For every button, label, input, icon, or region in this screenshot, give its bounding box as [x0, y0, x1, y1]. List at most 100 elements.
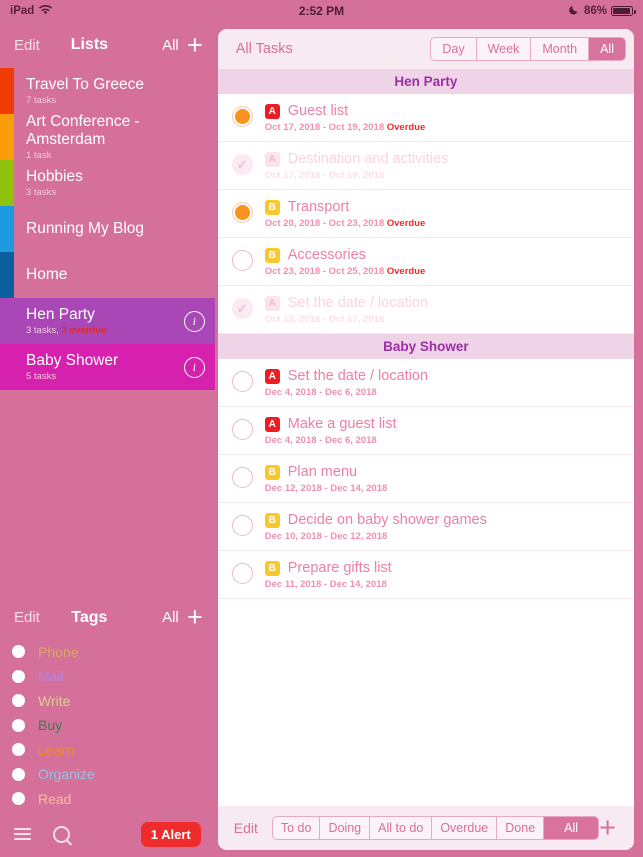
- sidebar-tag-item[interactable]: Buy: [0, 713, 215, 738]
- task-row[interactable]: B Transport Oct 20, 2018 - Oct 23, 2018 Ov…: [217, 190, 634, 238]
- timeframe-segment-day[interactable]: Day: [431, 38, 477, 60]
- timeframe-segmented-control[interactable]: Day Week Month All: [430, 37, 626, 61]
- task-title-row: A Destination and activities: [264, 151, 448, 167]
- info-icon[interactable]: i: [183, 356, 205, 378]
- task-checkbox-todo[interactable]: [231, 515, 253, 536]
- priority-badge: A: [264, 416, 280, 432]
- sidebar-tag-item[interactable]: Mail: [0, 664, 215, 689]
- task-body: B Plan menu Dec 12, 2018 - Dec 14, 2018: [264, 464, 387, 494]
- task-row[interactable]: A Make a guest list Dec 4, 2018 - Dec 6, 2…: [217, 407, 634, 455]
- priority-badge: B: [264, 512, 280, 528]
- task-checkbox-todo[interactable]: [231, 467, 253, 488]
- task-checkbox-todo[interactable]: [231, 419, 253, 440]
- task-checkbox-doing[interactable]: [231, 106, 253, 127]
- sidebar-tag-item[interactable]: Phone: [0, 640, 215, 665]
- tag-label: Phone: [38, 643, 79, 660]
- task-filter-segmented-control[interactable]: To do Doing All to do Overdue Done All: [271, 816, 600, 840]
- tag-label: Organize: [38, 766, 95, 783]
- task-checkbox-todo[interactable]: [231, 563, 253, 584]
- sidebar-tag-item[interactable]: Read: [0, 787, 215, 812]
- task-section-header: Hen Party: [217, 69, 634, 94]
- task-date-range: Dec 4, 2018 - Dec 6, 2018: [264, 387, 377, 398]
- info-icon[interactable]: i: [183, 310, 205, 332]
- list-item-text: Baby Shower 5 tasks: [26, 352, 118, 383]
- tasks-edit-button[interactable]: Edit: [234, 820, 258, 836]
- sidebar-list-item[interactable]: Home: [0, 252, 215, 298]
- timeframe-segment-week[interactable]: Week: [476, 38, 532, 60]
- task-row[interactable]: ✓ A Destination and activities Oct 17, 2018…: [217, 142, 634, 190]
- list-item-text: Travel To Greece 7 tasks: [26, 76, 144, 107]
- task-filter-all[interactable]: All: [544, 817, 599, 839]
- tag-dot-icon: [12, 792, 25, 806]
- task-title-row: A Set the date / location: [264, 368, 428, 384]
- task-row[interactable]: B Decide on baby shower games Dec 10, 2018…: [217, 503, 634, 551]
- task-checkbox-done[interactable]: ✓: [231, 298, 253, 319]
- lists-all-button[interactable]: All: [162, 37, 179, 54]
- list-overdue-count: 3 overdue: [61, 325, 107, 337]
- status-bar-time: 2:52 PM: [298, 4, 345, 18]
- search-icon[interactable]: [53, 825, 70, 843]
- sidebar-footer: 1 Alert: [0, 811, 215, 857]
- task-row[interactable]: ✓ A Set the date / location Oct 13, 2018 - …: [217, 286, 634, 334]
- list-item-name: Hobbies: [26, 167, 83, 185]
- alert-badge[interactable]: 1 Alert: [140, 821, 201, 847]
- tags-edit-button[interactable]: Edit: [14, 609, 40, 626]
- sidebar-list-item[interactable]: Art Conference - Amsterdam 1 task: [0, 112, 215, 161]
- lists-container: Travel To Greece 7 tasks Art Conference - …: [0, 68, 215, 390]
- sidebar-tag-item[interactable]: Write: [0, 689, 215, 714]
- sidebar-list-item[interactable]: Running My Blog: [0, 206, 215, 252]
- list-item-name: Travel To Greece: [26, 75, 145, 93]
- task-date-range: Dec 10, 2018 - Dec 12, 2018: [264, 531, 388, 542]
- add-tag-button[interactable]: +: [187, 604, 203, 631]
- task-row[interactable]: B Plan menu Dec 12, 2018 - Dec 14, 2018: [217, 455, 634, 503]
- task-filter-all-to-do[interactable]: All to do: [370, 817, 433, 839]
- status-bar-right: 86%: [569, 4, 636, 18]
- sidebar-list-item[interactable]: Hobbies 3 tasks: [0, 160, 215, 206]
- task-date-range: Oct 13, 2018 - Oct 17, 2018: [264, 314, 385, 325]
- task-checkbox-done[interactable]: ✓: [231, 154, 253, 175]
- task-row[interactable]: A Guest list Oct 17, 2018 - Oct 19, 2018 O…: [217, 94, 634, 142]
- sidebar-list-item[interactable]: Travel To Greece 7 tasks: [0, 68, 215, 114]
- tag-label: Learn: [38, 741, 74, 758]
- task-panel-title: All Tasks: [235, 41, 293, 57]
- task-row[interactable]: A Set the date / location Dec 4, 2018 - De…: [217, 359, 634, 407]
- timeframe-segment-all[interactable]: All: [589, 38, 625, 60]
- priority-badge: A: [264, 295, 280, 311]
- timeframe-segment-month[interactable]: Month: [531, 38, 590, 60]
- task-name: Set the date / location: [287, 295, 429, 311]
- task-checkbox-todo[interactable]: [231, 250, 253, 271]
- tags-all-button[interactable]: All: [162, 609, 179, 626]
- task-body: A Guest list Oct 17, 2018 - Oct 19, 2018 O…: [264, 103, 426, 133]
- task-filter-doing[interactable]: Doing: [320, 817, 371, 839]
- hamburger-menu-icon[interactable]: [14, 828, 31, 840]
- sidebar-tag-item[interactable]: Learn: [0, 738, 215, 763]
- add-list-button[interactable]: +: [187, 31, 203, 59]
- task-checkbox-doing[interactable]: [231, 202, 253, 223]
- list-item-text: Running My Blog: [26, 220, 144, 238]
- task-date-range: Oct 17, 2018 - Oct 19, 2018 Overdue: [264, 122, 426, 133]
- lists-edit-button[interactable]: Edit: [14, 37, 40, 54]
- tag-label: Read: [38, 790, 72, 807]
- tag-label: Buy: [38, 717, 63, 734]
- list-item-name: Art Conference - Amsterdam: [26, 112, 140, 148]
- sidebar-list-item[interactable]: Baby Shower 5 tasks i: [0, 344, 215, 390]
- list-color-swatch: [0, 114, 14, 160]
- task-title-row: B Transport: [264, 199, 426, 215]
- task-panel: All Tasks Day Week Month All Hen Party A Gues…: [215, 22, 643, 857]
- task-body: A Set the date / location Oct 13, 2018 - O…: [264, 295, 429, 325]
- sidebar-tag-item[interactable]: Organize: [0, 762, 215, 787]
- task-filter-overdue[interactable]: Overdue: [432, 817, 498, 839]
- task-list-scroll[interactable]: Hen Party A Guest list Oct 17, 2018 - Oct 1…: [217, 69, 634, 806]
- device-name-label: iPad: [10, 5, 35, 17]
- tag-dot-icon: [12, 645, 25, 659]
- do-not-disturb-moon-icon: [569, 4, 580, 18]
- task-checkbox-todo[interactable]: [231, 371, 253, 392]
- task-filter-done[interactable]: Done: [497, 817, 545, 839]
- list-item-name: Hen Party: [26, 305, 95, 323]
- task-section-header: Baby Shower: [217, 334, 634, 359]
- sidebar-list-item[interactable]: Hen Party 3 tasks, 3 overdue i: [0, 298, 215, 344]
- task-row[interactable]: B Accessories Oct 23, 2018 - Oct 25, 2018 …: [217, 238, 634, 286]
- add-task-button[interactable]: +: [599, 813, 626, 843]
- task-row[interactable]: B Prepare gifts list Dec 11, 2018 - Dec 14…: [217, 551, 634, 599]
- task-filter-to-do[interactable]: To do: [272, 817, 321, 839]
